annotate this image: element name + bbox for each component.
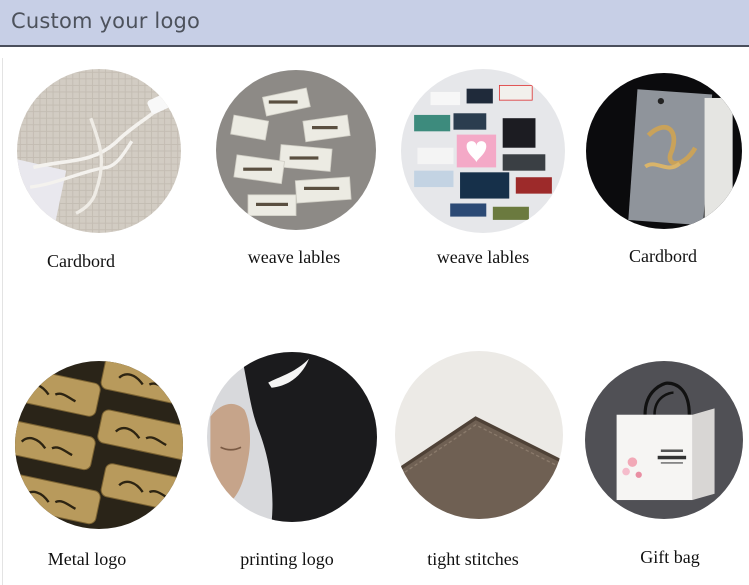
product-label: Gift bag (640, 547, 700, 567)
product-label: weave lables (247, 247, 341, 267)
product-label: Metal logo (47, 549, 127, 569)
gift-bag-image[interactable] (585, 361, 743, 519)
stitched-fabric-image[interactable] (395, 351, 563, 519)
page-title: Custom your logo (11, 9, 201, 33)
printed-hijab-logo-image[interactable] (207, 352, 377, 522)
clear-hang-tag-image[interactable] (586, 73, 742, 229)
product-label: weave lables (436, 247, 530, 267)
woven-labels-image[interactable] (216, 70, 376, 230)
metal-logo-image[interactable] (15, 361, 183, 529)
hang-tag-string-image[interactable] (17, 69, 181, 233)
product-label: tight stitches (427, 549, 519, 569)
product-label: printing logo (240, 549, 334, 569)
page-header: Custom your logo (0, 0, 749, 47)
colorful-labels-image[interactable] (401, 69, 565, 233)
product-label: Cardbord (47, 251, 115, 271)
product-label: Cardbord (629, 246, 697, 266)
